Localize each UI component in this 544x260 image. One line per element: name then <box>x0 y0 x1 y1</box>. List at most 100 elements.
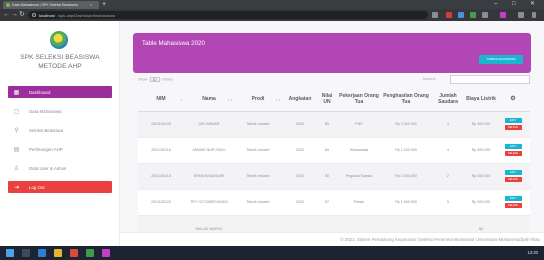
search-label: Search: <box>422 77 436 81</box>
page-footer: © 2021, Sistem Pendukung Keputusan (Sele… <box>120 232 544 246</box>
column-header-prodi[interactable]: Prodi ▲▼ <box>234 87 282 112</box>
url-host: localhost <box>39 12 55 18</box>
table-header-row: NIM ▲ Nama ▲▼ Prodi ▲▼ Angkatan Nilai UN Pe… <box>138 87 530 112</box>
column-header-biaya-listrik[interactable]: Biaya Listrik <box>466 87 496 112</box>
entries-select[interactable]: 10 <box>149 77 160 82</box>
site-info-icon[interactable] <box>32 13 36 17</box>
address-bar[interactable]: localhost /spk-ahp/Dashboard/mahasiswa <box>28 11 428 19</box>
cell-penghasilan: Rp 1.200.000 <box>382 137 430 164</box>
new-tab-icon[interactable]: + <box>102 0 106 9</box>
star-icon[interactable] <box>432 12 438 18</box>
edit-button[interactable]: EDIT <box>504 118 522 123</box>
document-icon: ▢ <box>13 108 20 115</box>
back-icon[interactable]: ← <box>3 10 10 20</box>
cell-listrik: Rp 400.000 <box>466 111 496 138</box>
favicon-icon <box>6 3 10 7</box>
close-window-icon[interactable]: ✕ <box>530 0 535 9</box>
cell-nim: 2001100118 <box>138 163 184 190</box>
sidebar-item-data-mahasiswa[interactable]: ▢ Data Mahasiswa <box>8 105 112 117</box>
show-entries: Show 10 entries <box>138 77 173 82</box>
column-label: Penghasilan Orang Tua <box>383 92 429 105</box>
mahasiswa-table: NIM ▲ Nama ▲▼ Prodi ▲▼ Angkatan Nilai UN Pe… <box>138 87 530 242</box>
close-tab-icon[interactable]: × <box>90 3 92 7</box>
column-header-nilai-un[interactable]: Nilai UN <box>318 87 336 112</box>
extension-icon[interactable] <box>458 12 464 18</box>
page-title: Table Mahasiswa 2020 <box>142 40 205 47</box>
delete-button[interactable]: DELETE <box>504 125 522 130</box>
column-header-penghasilan[interactable]: Penghasilan Orang Tua <box>382 87 430 112</box>
profile-avatar[interactable] <box>500 12 506 18</box>
cell-nama: DIKI ANWAR <box>184 111 234 138</box>
sidebar-item-dashboard[interactable]: ▦ Dashboard <box>8 86 112 98</box>
sidebar-item-data-user[interactable]: ♙ Data User & Admin <box>8 162 112 174</box>
footer-copyright: © 2021, Sistem Pendukung Keputusan (Sele… <box>340 237 540 242</box>
university-logo <box>50 31 68 49</box>
search-icon[interactable] <box>22 249 30 257</box>
column-header-pekerjaan[interactable]: Pekerjaan Orang Tua <box>336 87 382 112</box>
sidebar-item-label: Seleksi Beasiswa <box>29 127 64 133</box>
cell-listrik: Rp 200.000 <box>466 189 496 216</box>
delete-button[interactable]: DELETE <box>504 203 522 208</box>
reload-icon[interactable]: ↻ <box>19 10 25 20</box>
app-icon[interactable] <box>70 249 78 257</box>
sort-icon: ▲▼ <box>275 98 281 102</box>
os-taskbar: 14:20 <box>0 246 544 260</box>
main-content: Table Mahasiswa 2020 TAMBAH MAHASISWA Sh… <box>120 21 544 246</box>
browser-tab-strip: Data Mahasiswa | SPK Seleksi Beasiswa × … <box>0 0 544 9</box>
column-label: Biaya Listrik <box>466 95 496 102</box>
column-header-nama[interactable]: Nama ▲▼ <box>184 87 234 112</box>
chrome-icon[interactable] <box>86 249 94 257</box>
minimize-icon[interactable]: – <box>494 0 497 9</box>
extension-icon[interactable] <box>446 12 452 18</box>
column-label: Pekerjaan Orang Tua <box>339 92 379 105</box>
edit-button[interactable]: EDIT <box>504 170 522 175</box>
cell-saudara: 5 <box>430 189 466 216</box>
edit-button[interactable]: EDIT <box>504 196 522 201</box>
maximize-icon[interactable]: □ <box>512 0 516 9</box>
user-icon: ♙ <box>13 165 20 172</box>
logout-icon: ⇥ <box>13 184 20 191</box>
dashboard-icon: ▦ <box>13 89 20 96</box>
cell-nama: ANWAR NUR FADLI <box>184 137 234 164</box>
browser-menu-icon[interactable] <box>532 12 536 18</box>
delete-button[interactable]: DELETE <box>504 177 522 182</box>
sidebar-item-seleksi-beasiswa[interactable]: ⚲ Seleksi Beasiswa <box>8 124 112 136</box>
browser-toolbar: ← → ↻ localhost /spk-ahp/Dashboard/mahas… <box>0 9 544 21</box>
file-explorer-icon[interactable] <box>54 249 62 257</box>
system-clock[interactable]: 14:20 <box>528 249 538 257</box>
delete-button[interactable]: DELETE <box>504 151 522 156</box>
sidebar: SPK SELEKSI BEASISWA METODE AHP ▦ Dashbo… <box>0 21 120 246</box>
column-label: NIM <box>156 95 166 102</box>
edit-button[interactable]: EDIT <box>504 144 522 149</box>
windows-start-icon[interactable] <box>6 249 14 257</box>
sidebar-item-logout[interactable]: ⇥ Log Out <box>8 181 112 193</box>
table-row: 2001100116 ANWAR NUR FADLI Teknik Indust… <box>138 137 530 164</box>
app-brand: SPK SELEKSI BEASISWA METODE AHP <box>0 53 120 71</box>
app-icon[interactable] <box>102 249 110 257</box>
forward-icon[interactable]: → <box>11 10 18 20</box>
cell-prodi: Teknik Industri <box>234 189 282 216</box>
cell-nilai-un: 85 <box>318 111 336 138</box>
cell-saudara: 3 <box>430 111 466 138</box>
edge-icon[interactable] <box>38 249 46 257</box>
cell-saudara: 2 <box>430 163 466 190</box>
add-mahasiswa-button[interactable]: TAMBAH MAHASISWA <box>479 55 523 64</box>
column-label: Prodi <box>251 95 265 102</box>
cell-actions: EDIT DELETE <box>496 137 530 164</box>
column-header-angkatan[interactable]: Angkatan <box>282 87 318 112</box>
cell-nim: 2001100116 <box>138 137 184 164</box>
cell-listrik: Rp 450.000 <box>466 163 496 190</box>
card-header: Table Mahasiswa 2020 TAMBAH MAHASISWA <box>133 33 531 73</box>
cell-pekerjaan: Wiraswasta <box>336 137 382 164</box>
extensions-menu-icon[interactable] <box>518 12 524 18</box>
sidebar-item-perhitungan-ahp[interactable]: ▤ Perhitungan AHP <box>8 143 112 155</box>
url-path: /spk-ahp/Dashboard/mahasiswa <box>57 12 115 18</box>
extension-icon[interactable] <box>482 12 488 18</box>
column-header-nim[interactable]: NIM ▲ <box>138 87 184 112</box>
cell-nim: 2001100106 <box>138 111 184 138</box>
column-header-jumlah-saudara[interactable]: Jumlah Saudara <box>430 87 466 112</box>
sidebar-item-label: Perhitungan AHP <box>29 146 63 152</box>
browser-tab[interactable]: Data Mahasiswa | SPK Seleksi Beasiswa × <box>3 1 99 9</box>
extension-icon[interactable] <box>470 12 476 18</box>
search-input[interactable] <box>450 75 530 84</box>
